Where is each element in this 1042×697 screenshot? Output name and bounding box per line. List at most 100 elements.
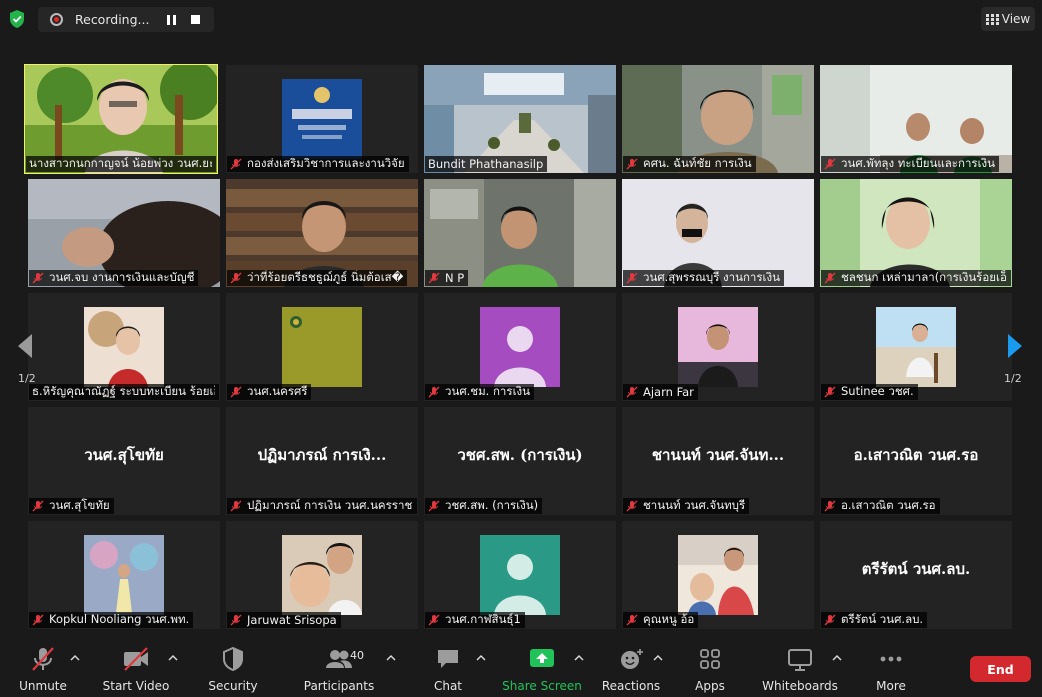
chevron-up-icon[interactable] bbox=[653, 654, 663, 662]
whiteboards-button[interactable]: Whiteboards bbox=[762, 646, 838, 694]
pause-recording-button[interactable] bbox=[165, 14, 177, 26]
video-tile[interactable]: ปฏิมาภรณ์ การเงิ... ปฏิมาภรณ์ การเงิน วน… bbox=[226, 407, 418, 515]
start-video-button[interactable]: Start Video bbox=[103, 646, 169, 694]
participant-name-label: วนศ.สุโขทัย bbox=[29, 498, 114, 514]
video-tile[interactable]: วนศ.จบ งานการเงินและบัญชี bbox=[28, 179, 220, 287]
share-screen-button[interactable]: Share Screen bbox=[502, 646, 582, 694]
muted-mic-icon bbox=[428, 500, 440, 512]
muted-mic-icon bbox=[230, 386, 242, 398]
profile-picture bbox=[282, 535, 362, 615]
video-tile[interactable]: คุณหนู อ้อ bbox=[622, 521, 814, 629]
participant-name-label: วนศ.กาฬสินธุ์1 bbox=[425, 612, 525, 628]
muted-mic-icon bbox=[230, 158, 242, 170]
participant-name-label: วนศ.ชม. การเงิน bbox=[425, 384, 534, 400]
emoji-icon bbox=[621, 649, 643, 669]
apps-button[interactable]: Apps bbox=[690, 646, 730, 694]
stop-recording-button[interactable] bbox=[191, 15, 200, 24]
participant-name-card: ชานนท์ วนศ.จันท... bbox=[651, 446, 785, 464]
previous-page-arrow-icon[interactable] bbox=[14, 331, 36, 361]
muted-mic-icon bbox=[824, 272, 836, 284]
participant-name-label: คศน. ฉันท์ชัย การเงิน bbox=[623, 156, 756, 172]
participant-name-label: ว่าที่ร้อยตรีธชธูฌ์ภูธ์ นิ่มต้อเส� bbox=[227, 270, 408, 286]
video-tile[interactable]: อ.เสาวณิต วนศ.รอ อ.เสาวณิต วนศ.รอ bbox=[820, 407, 1012, 515]
participant-name-card: วนศ.สุโขทัย bbox=[84, 446, 164, 464]
next-page-arrow-icon[interactable] bbox=[1004, 331, 1026, 361]
video-tile[interactable]: N P bbox=[424, 179, 616, 287]
muted-mic-icon bbox=[428, 614, 440, 626]
muted-mic-icon bbox=[626, 272, 638, 284]
video-tile[interactable]: กองส่งเสริมวิชาการและงานวิจัย bbox=[226, 65, 418, 173]
muted-mic-icon bbox=[824, 614, 836, 626]
participant-count: 40 bbox=[350, 649, 364, 662]
muted-mic-icon bbox=[626, 614, 638, 626]
video-tile[interactable]: ตรีรัตน์ วนศ.ลบ. ตรีรัตน์ วนศ.ลบ. bbox=[820, 521, 1012, 629]
end-meeting-button[interactable]: End bbox=[970, 656, 1031, 682]
unmute-button[interactable]: Unmute bbox=[18, 646, 68, 694]
muted-mic-icon bbox=[824, 386, 836, 398]
participant-name-label: วนศ.นครศรี bbox=[227, 384, 312, 400]
participant-name-label: Bundit Phathanasilp bbox=[425, 156, 548, 172]
page-indicator-right: 1/2 bbox=[1004, 372, 1022, 385]
video-tile[interactable]: Bundit Phathanasilp bbox=[424, 65, 616, 173]
security-button[interactable]: Security bbox=[208, 646, 258, 694]
video-tile[interactable]: วชศ.สพ. (การเงิน) วชศ.สพ. (การเงิน) bbox=[424, 407, 616, 515]
participant-name-card: ตรีรัตน์ วนศ.ลบ. bbox=[861, 560, 971, 578]
video-tile[interactable]: วนศ.กาฬสินธุ์1 bbox=[424, 521, 616, 629]
apps-icon bbox=[700, 649, 720, 669]
video-tile[interactable]: Kopkul Nooliang วนศ.พท. bbox=[28, 521, 220, 629]
reactions-button[interactable]: Reactions bbox=[602, 646, 660, 694]
participant-name-label: กองส่งเสริมวิชาการและงานวิจัย bbox=[227, 156, 409, 172]
chevron-up-icon[interactable] bbox=[386, 654, 396, 662]
participant-name-label: วนศ.สุพรรณบุรี งานการเงิน bbox=[623, 270, 784, 286]
recording-indicator[interactable]: Recording... bbox=[38, 7, 214, 32]
profile-picture bbox=[876, 307, 956, 387]
chevron-up-icon[interactable] bbox=[574, 654, 584, 662]
chevron-up-icon[interactable] bbox=[832, 654, 842, 662]
video-tile[interactable]: ชานนท์ วนศ.จันท... ชานนท์ วนศ.จันทบุรี bbox=[622, 407, 814, 515]
video-tile[interactable]: ว่าที่ร้อยตรีธชธูฌ์ภูธ์ นิ่มต้อเส� bbox=[226, 179, 418, 287]
muted-mic-icon bbox=[428, 272, 440, 284]
more-button[interactable]: More bbox=[871, 646, 911, 694]
video-tile[interactable]: Ajarn Far bbox=[622, 293, 814, 401]
participant-name-label: ชานนท์ วนศ.จันทบุรี bbox=[623, 498, 750, 514]
muted-mic-icon bbox=[230, 500, 242, 512]
participant-name-label: ปฏิมาภรณ์ การเงิน วนศ.นครราชสีมา bbox=[227, 498, 417, 514]
participant-name-label: วนศ.จบ งานการเงินและบัญชี bbox=[29, 270, 199, 286]
profile-picture bbox=[84, 535, 164, 615]
default-avatar bbox=[480, 307, 560, 387]
video-tile[interactable]: คศน. ฉันท์ชัย การเงิน bbox=[622, 65, 814, 173]
view-label: View bbox=[1001, 12, 1031, 26]
video-tile[interactable]: วนศ.สุโขทัย วนศ.สุโขทัย bbox=[28, 407, 220, 515]
grid-icon bbox=[985, 13, 999, 25]
muted-mic-icon bbox=[824, 158, 836, 170]
meeting-toolbar: Unmute Start Video Security 40 Participa… bbox=[0, 640, 1042, 697]
view-button[interactable]: View bbox=[981, 7, 1035, 31]
video-tile[interactable]: Jaruwat Srisopa bbox=[226, 521, 418, 629]
shield-icon bbox=[223, 646, 243, 672]
participants-button[interactable]: 40 Participants bbox=[304, 646, 375, 694]
video-tile[interactable]: ชลชนก เหล่ามาลา(การเงินร้อยเอ็ด) bbox=[820, 179, 1012, 287]
muted-mic-icon bbox=[824, 500, 836, 512]
muted-microphone-icon bbox=[32, 647, 54, 671]
chevron-up-icon[interactable] bbox=[70, 654, 80, 662]
chat-button[interactable]: Chat bbox=[428, 646, 468, 694]
participant-name-label: ตรีรัตน์ วนศ.ลบ. bbox=[821, 612, 928, 628]
chevron-up-icon[interactable] bbox=[168, 654, 178, 662]
recording-label: Recording... bbox=[75, 12, 150, 27]
video-tile[interactable]: วนศ.นครศรี bbox=[226, 293, 418, 401]
muted-mic-icon bbox=[230, 614, 242, 626]
participant-name-card: ปฏิมาภรณ์ การเงิ... bbox=[257, 446, 387, 464]
video-tile[interactable]: Sutinee วชศ. bbox=[820, 293, 1012, 401]
video-tile[interactable]: วนศ.สุพรรณบุรี งานการเงิน bbox=[622, 179, 814, 287]
video-tile[interactable]: ธ.หิรัญคุณาณัฏฐ์ ระบบทะเบียน ร้อยเอ็ด bbox=[28, 293, 220, 401]
video-tile[interactable]: วนศ.ชม. การเงิน bbox=[424, 293, 616, 401]
video-tile[interactable]: นางสาวกนกกาญจน์ น้อยพ่วง วนศ.ยะลา bbox=[24, 64, 218, 174]
muted-mic-icon bbox=[32, 272, 44, 284]
chevron-up-icon[interactable] bbox=[476, 654, 486, 662]
video-tile[interactable]: วนศ.พัทลุง ทะเบียนและการเงิน bbox=[820, 65, 1012, 173]
participant-name-label: ชลชนก เหล่ามาลา(การเงินร้อยเอ็ด) bbox=[821, 270, 1011, 286]
participant-name-label: นางสาวกนกกาญจน์ น้อยพ่วง วนศ.ยะลา bbox=[26, 156, 216, 172]
page-indicator-left: 1/2 bbox=[18, 372, 36, 385]
shield-icon[interactable] bbox=[8, 9, 26, 29]
whiteboard-icon bbox=[788, 649, 812, 671]
